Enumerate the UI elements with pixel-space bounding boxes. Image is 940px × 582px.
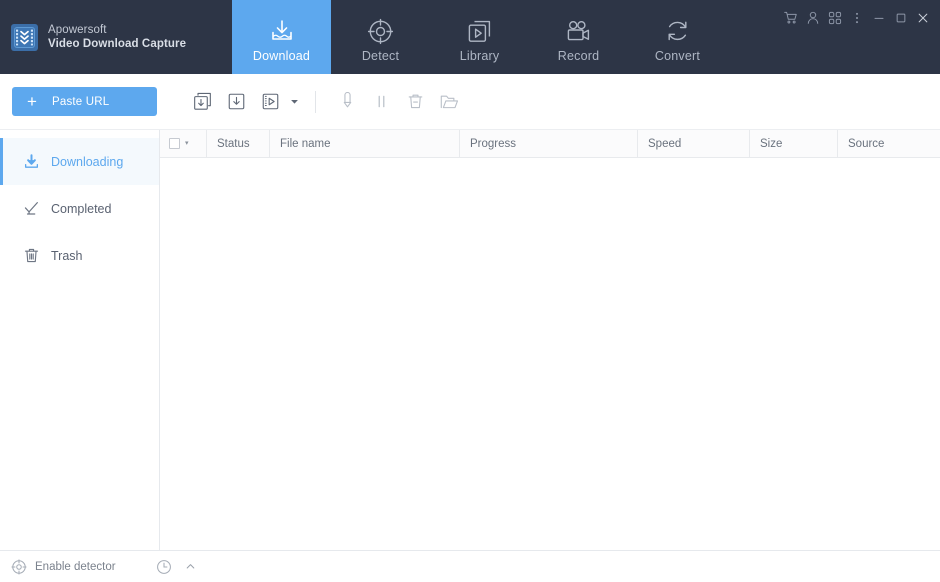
detector-target-icon [11,558,27,575]
start-button[interactable] [330,85,364,119]
minimize-icon[interactable] [868,7,890,29]
video-download-caret-icon[interactable] [287,85,301,119]
download-arrow-icon [22,153,40,170]
sidebar-item-trash[interactable]: Trash [0,232,159,279]
sidebar-item-downloading[interactable]: Downloading [0,138,159,185]
main-nav-tabs: Download Detect Library Record Convert [232,0,727,74]
chevron-up-icon[interactable] [181,561,200,572]
column-header-status[interactable]: Status [206,130,269,157]
user-icon[interactable] [802,7,824,29]
brand-name: Apowersoft [48,23,107,36]
tab-download-label: Download [252,49,311,63]
column-header-size[interactable]: Size [749,130,837,157]
tab-detect-label: Detect [361,49,400,63]
brand-product: Video Download Capture [48,38,187,50]
column-header-progress[interactable]: Progress [459,130,637,157]
movie-camera-icon [565,15,592,45]
download-tray-icon [268,15,296,45]
status-bar: Enable detector [0,550,940,582]
maximize-icon[interactable] [890,7,912,29]
paste-url-label: Paste URL [52,95,110,108]
window-controls [780,7,934,29]
column-header-filename[interactable]: File name [269,130,459,157]
sidebar: Downloading Completed Trash [0,130,160,550]
video-download-button[interactable] [253,85,287,119]
toolbar-divider [315,90,316,113]
delete-button[interactable] [398,85,432,119]
new-download-button[interactable] [219,85,253,119]
check-mark-icon [22,200,40,217]
table-header: ▾ Status File name Progress Speed Size S… [160,130,940,158]
enable-detector-label: Enable detector [35,560,116,573]
tab-download[interactable]: Download [232,0,331,74]
trash-bin-icon [22,247,40,264]
clock-icon [156,559,172,575]
app-window: Apowersoft Video Download Capture Downlo… [0,0,940,582]
toolbar: + Paste URL [0,74,940,130]
convert-refresh-icon [664,15,691,45]
brand: Apowersoft Video Download Capture [0,0,232,74]
sidebar-item-completed[interactable]: Completed [0,185,159,232]
tab-convert[interactable]: Convert [628,0,727,74]
apps-grid-icon[interactable] [824,7,846,29]
app-logo-icon [11,23,38,51]
column-header-speed[interactable]: Speed [637,130,749,157]
title-bar: Apowersoft Video Download Capture Downlo… [0,0,940,74]
tab-record[interactable]: Record [529,0,628,74]
detect-target-icon [367,15,394,45]
library-play-icon [466,15,493,45]
tab-convert-label: Convert [654,49,701,63]
download-list-panel: ▾ Status File name Progress Speed Size S… [160,130,940,550]
select-all-caret-icon[interactable]: ▾ [185,140,189,147]
open-folder-button[interactable] [432,85,466,119]
tab-library-label: Library [459,49,500,63]
main-body: Downloading Completed Trash ▾ Status Fil… [0,130,940,550]
sidebar-item-completed-label: Completed [51,201,112,216]
select-all-header[interactable]: ▾ [160,130,206,157]
select-all-checkbox[interactable] [169,138,180,149]
toolbar-actions-group [330,85,466,119]
sidebar-item-downloading-label: Downloading [51,154,124,169]
toolbar-download-group [185,85,301,119]
add-plus-icon: + [27,92,37,111]
enable-detector-button[interactable]: Enable detector [11,558,116,575]
cart-icon[interactable] [780,7,802,29]
download-list-empty [160,158,940,550]
more-menu-icon[interactable] [846,7,868,29]
tab-detect[interactable]: Detect [331,0,430,74]
paste-url-button[interactable]: + Paste URL [12,87,157,116]
tab-library[interactable]: Library [430,0,529,74]
batch-download-button[interactable] [185,85,219,119]
schedule-button[interactable] [156,559,172,575]
close-icon[interactable] [912,7,934,29]
tab-record-label: Record [557,49,600,63]
pause-button[interactable] [364,85,398,119]
sidebar-item-trash-label: Trash [51,248,83,263]
column-header-source[interactable]: Source [837,130,940,157]
